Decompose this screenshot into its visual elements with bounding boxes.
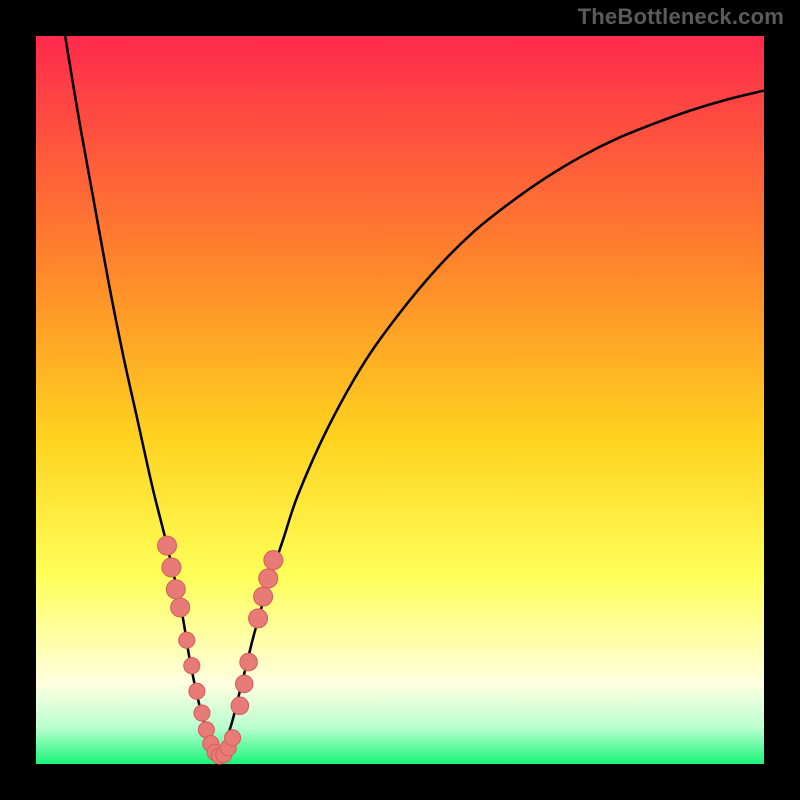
watermark-text: TheBottleneck.com [578, 4, 784, 30]
data-marker [158, 536, 177, 555]
data-marker [231, 697, 248, 714]
data-marker [179, 632, 195, 648]
curve-layer [36, 36, 764, 764]
data-marker [254, 587, 273, 606]
curve-left-branch [65, 36, 218, 757]
data-marker [264, 551, 283, 570]
data-marker [189, 683, 205, 699]
data-marker [166, 580, 185, 599]
data-marker [235, 675, 252, 692]
data-marker [184, 658, 200, 674]
data-marker [194, 705, 210, 721]
data-marker [225, 730, 241, 746]
curve-right-branch [218, 91, 764, 757]
data-marker [162, 558, 181, 577]
plot-area [36, 36, 764, 764]
data-marker [171, 598, 190, 617]
data-marker [249, 609, 268, 628]
data-marker [259, 569, 278, 588]
curve-markers [158, 536, 283, 764]
chart-frame: TheBottleneck.com [0, 0, 800, 800]
data-marker [240, 653, 257, 670]
